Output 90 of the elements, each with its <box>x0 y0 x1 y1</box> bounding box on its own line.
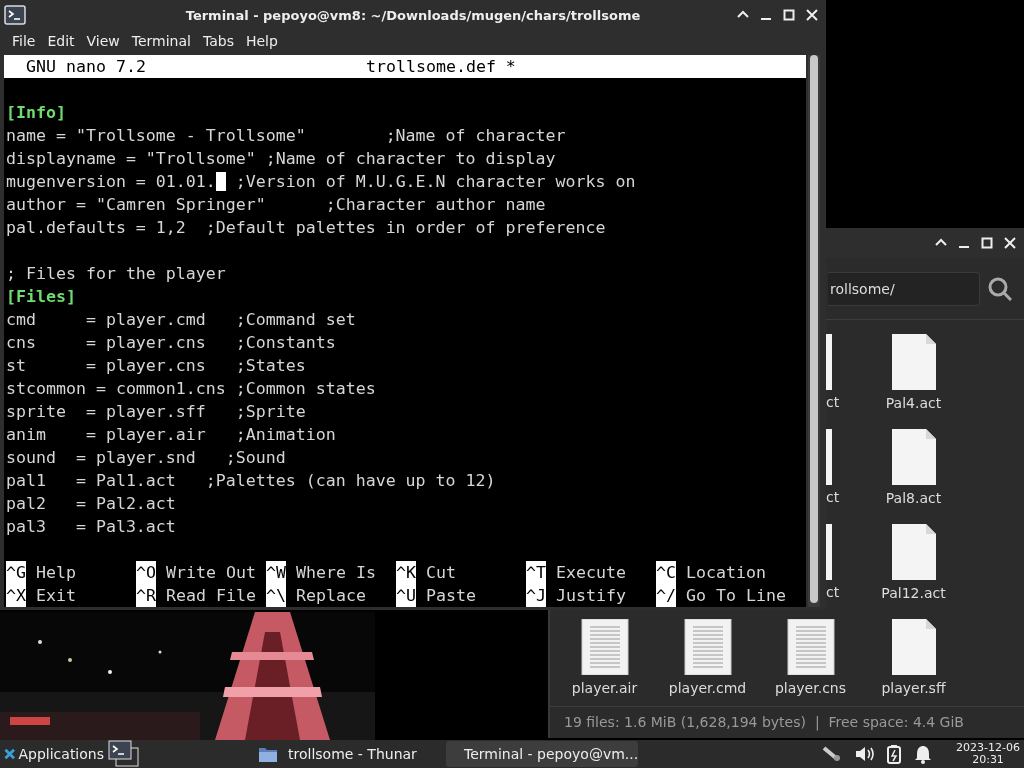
code-line: cns = player.cns ;Constants <box>6 333 336 352</box>
shortcut-label: Justify <box>556 585 626 607</box>
shortcut-label: Exit <box>36 585 76 607</box>
code-line: displayname = "Trollsome" ;Name of character to display <box>6 149 556 168</box>
code-line: stcommon = common1.cns ;Common states <box>6 379 376 398</box>
code-line: sprite = player.sff ;Sprite <box>6 402 306 421</box>
code-line: author = "Camren Springer" ;Character author name <box>6 195 546 214</box>
shortcut-key: ^K <box>396 561 416 584</box>
shortcut-key: ^O <box>136 561 156 584</box>
code-line: pal.defaults = 1,2 ;Default palettes in order of preference <box>6 218 606 237</box>
search-icon[interactable] <box>988 276 1012 301</box>
shortcut-label: Execute <box>556 562 626 584</box>
shortcut-label: Help <box>36 562 76 584</box>
menu-item[interactable]: Terminal <box>125 33 197 49</box>
file-name[interactable]: ct <box>826 394 840 410</box>
window-title: Terminal - pepoyo@vm8: ~/Downloads/mugen/chars/trollsome <box>185 7 641 23</box>
terminal-icon[interactable] <box>108 740 140 768</box>
network-icon[interactable] <box>822 744 843 764</box>
file-icon[interactable] <box>889 619 938 675</box>
shortcut-label: Go To Line <box>686 585 786 607</box>
close-icon[interactable] <box>805 8 819 22</box>
code-line: cmd = player.cmd ;Command set <box>6 310 356 329</box>
shortcut-label: Location <box>686 562 766 584</box>
code-line: st = player.cns ;States <box>6 356 306 375</box>
shortcut-label: Read File <box>166 585 256 607</box>
code-line: ;Version of M.U.G.E.N character works on <box>234 172 636 191</box>
shortcut-key: ^T <box>526 561 546 584</box>
shortcut-key: ^\ <box>266 584 286 607</box>
menu-item[interactable]: Tabs <box>196 33 240 49</box>
file-name[interactable]: player.cmd <box>664 679 751 697</box>
menu-item[interactable]: Edit <box>41 33 81 49</box>
menu-item[interactable]: File <box>6 33 42 49</box>
volume-icon[interactable] <box>854 744 875 764</box>
file-name[interactable]: Pal4.act <box>881 394 946 412</box>
menu-item[interactable]: View <box>80 33 126 49</box>
task-button[interactable]: trollsome - Thunar <box>250 741 442 767</box>
code-line: pal1 = Pal1.act ;Palettes (can have up to 12) <box>6 471 496 490</box>
shortcut-key: ^J <box>526 584 546 607</box>
file-name[interactable]: Pal8.act <box>881 489 946 507</box>
folder-icon <box>258 745 278 763</box>
section-header: [Info] <box>6 103 66 122</box>
shortcut-key: ^G <box>6 561 26 584</box>
code-line: sound = player.snd ;Sound <box>6 448 286 467</box>
menu-item[interactable]: Help <box>239 33 284 49</box>
file-icon[interactable] <box>889 334 938 390</box>
file-name[interactable]: ct <box>826 489 840 505</box>
task-button[interactable]: Terminal - pepoyo@vm... <box>446 741 638 767</box>
shortcut-key: ^R <box>136 584 156 607</box>
code-line: mugenversion = 01.01. <box>6 172 216 191</box>
code-line: pal2 = Pal2.act <box>6 494 176 513</box>
location-field[interactable]: rollsome/ <box>828 271 980 306</box>
document-icon[interactable] <box>682 619 733 675</box>
applications-icon <box>4 746 16 762</box>
file-name[interactable]: player.sff <box>877 679 950 697</box>
scrollbar-thumb[interactable] <box>810 55 818 603</box>
shortcut-key: ^U <box>396 584 416 607</box>
shortcut-label: Replace <box>296 585 366 607</box>
document-icon[interactable] <box>785 619 836 675</box>
status-bar: 19 files: 1.6 MiB (1,628,194 bytes) | Free space: 4.4 GiB <box>550 706 1024 737</box>
terminal-icon <box>4 5 26 25</box>
bell-icon[interactable] <box>914 744 933 764</box>
shortcut-label: Cut <box>426 562 456 584</box>
editor-version: GNU nano 7.2 <box>26 56 147 78</box>
document-icon[interactable] <box>579 619 630 675</box>
file-icon[interactable] <box>889 429 938 485</box>
close-icon[interactable] <box>1003 236 1017 250</box>
file-name[interactable]: Pal12.act <box>877 584 950 602</box>
applications-menu[interactable]: Applications <box>18 746 104 762</box>
shortcut-key: ^W <box>266 561 286 584</box>
maximize-icon[interactable] <box>980 236 994 250</box>
file-name[interactable]: player.air <box>567 679 642 697</box>
shortcut-label: Where Is <box>296 562 376 584</box>
shortcut-label: Write Out <box>166 562 256 584</box>
section-header: [Files] <box>6 287 76 306</box>
file-name: trollsome.def * <box>366 56 516 78</box>
shortcut-key: ^X <box>6 584 26 607</box>
code-line: anim = player.air ;Animation <box>6 425 336 444</box>
text-cursor <box>215 172 226 191</box>
file-name[interactable]: ct <box>826 584 840 600</box>
maximize-icon[interactable] <box>782 8 796 22</box>
code-line: ; Files for the player <box>6 264 226 283</box>
code-line: name = "Trollsome - Trollsome" ;Name of character <box>6 126 566 145</box>
file-icon[interactable] <box>889 524 938 580</box>
code-line: pal3 = Pal3.act <box>6 517 176 536</box>
battery-icon[interactable] <box>886 744 903 764</box>
shortcut-key: ^C <box>656 561 676 584</box>
clock[interactable]: 2023-12-06 20:31 <box>956 742 1020 766</box>
shortcut-key: ^/ <box>656 584 676 607</box>
file-name[interactable]: player.cns <box>770 679 850 697</box>
shortcut-label: Paste <box>426 585 476 607</box>
